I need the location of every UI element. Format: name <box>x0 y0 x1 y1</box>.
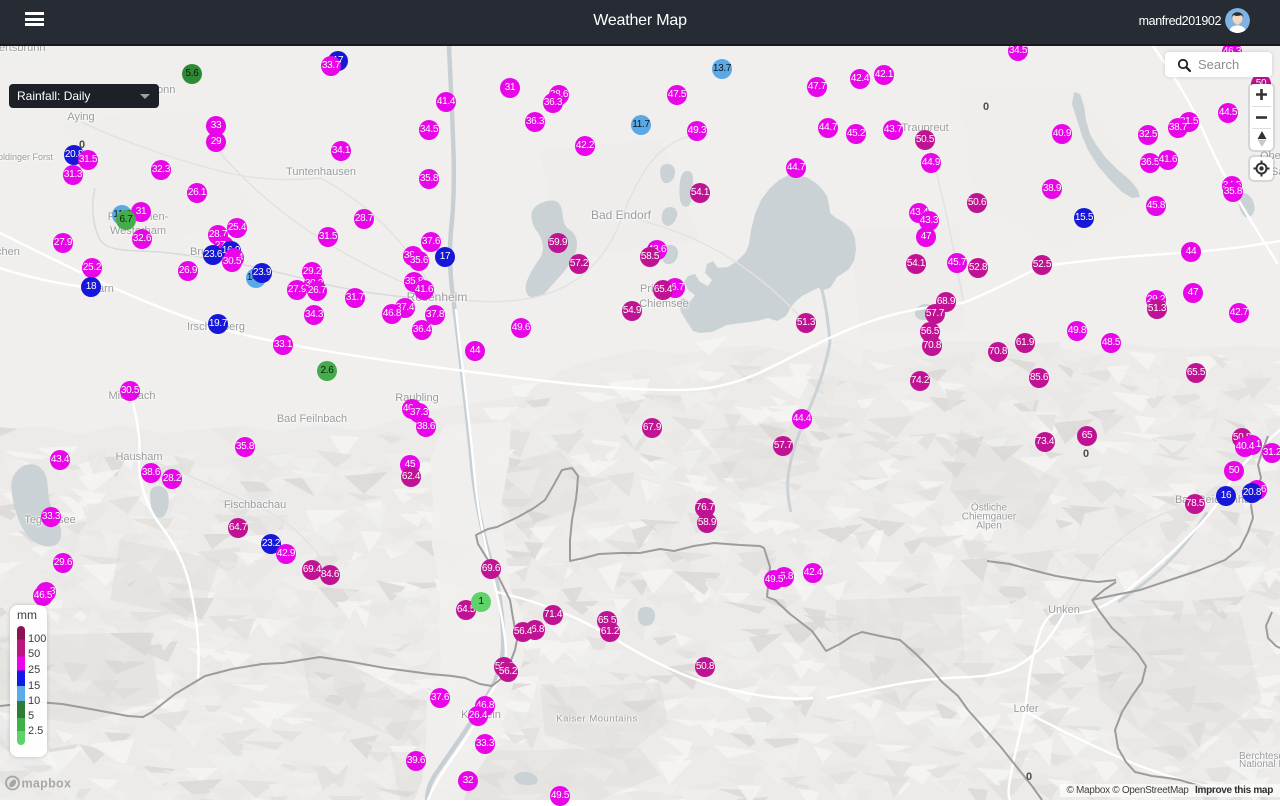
svg-text:mapbox: mapbox <box>22 777 72 791</box>
